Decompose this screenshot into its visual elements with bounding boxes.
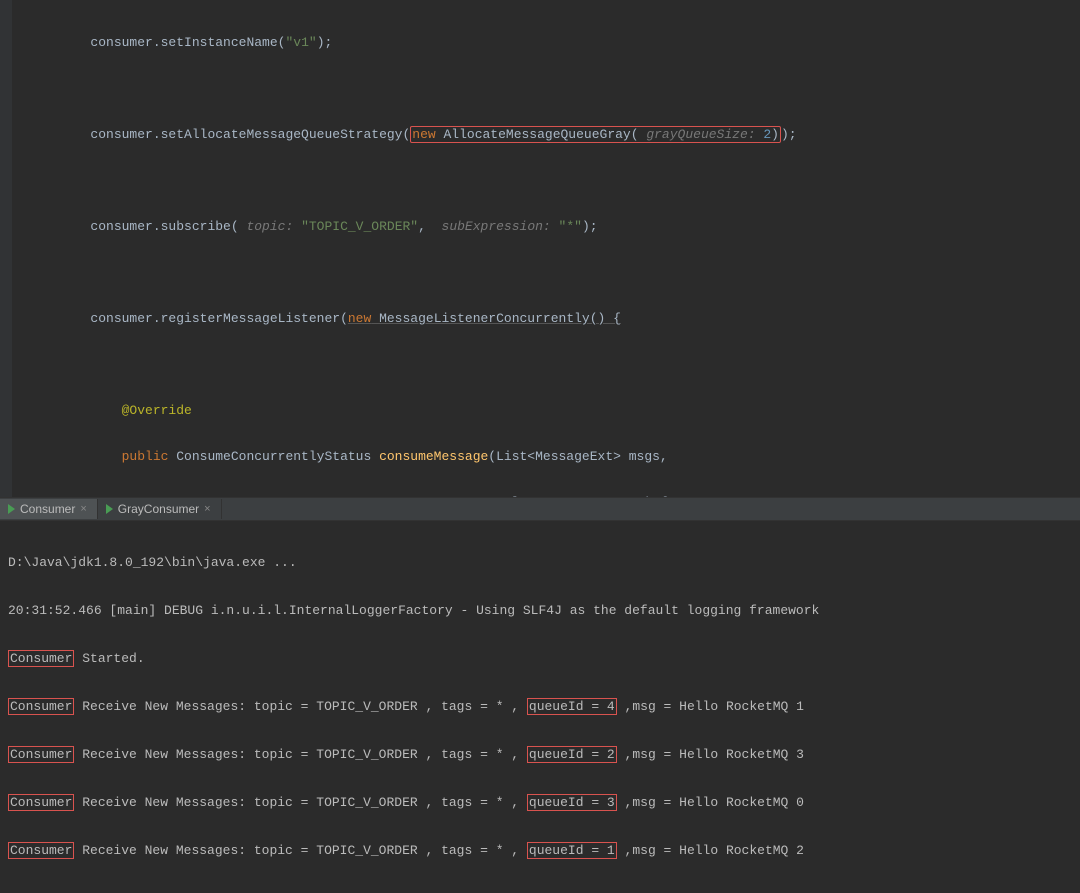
code-line [28, 77, 1080, 100]
console-line: Consumer Receive New Messages: topic = T… [8, 791, 1072, 815]
code-line [28, 261, 1080, 284]
tab-label: GrayConsumer [118, 502, 199, 516]
close-icon[interactable]: × [204, 503, 210, 515]
console-line: D:\Java\jdk1.8.0_192\bin\java.exe ... [8, 551, 1072, 575]
console-line: 20:31:52.466 [main] DEBUG i.n.u.i.l.Inte… [8, 599, 1072, 623]
tab-label: Consumer [20, 502, 75, 516]
console-line: Consumer Receive New Messages: topic = T… [8, 839, 1072, 863]
code-line [28, 169, 1080, 192]
close-icon[interactable]: × [80, 503, 86, 515]
tab-grayconsumer[interactable]: GrayConsumer × [98, 499, 222, 519]
code-line: consumer.setInstanceName("v1"); [28, 31, 1080, 54]
code-line: consumer.setAllocateMessageQueueStrategy… [28, 123, 1080, 146]
console-line: Consumer Receive New Messages: topic = T… [8, 743, 1072, 767]
run-icon [106, 504, 113, 514]
code-line: public ConsumeConcurrentlyStatus consume… [28, 445, 1080, 468]
console-line: Consumer Started. [8, 647, 1072, 671]
code-editor[interactable]: consumer.setInstanceName("v1"); consumer… [0, 0, 1080, 497]
code-line: consumer.registerMessageListener(new Mes… [28, 307, 1080, 330]
code-line [28, 353, 1080, 376]
run-icon [8, 504, 15, 514]
run-tab-bar: Consumer × GrayConsumer × [0, 497, 1080, 521]
code-line: @Override [28, 399, 1080, 422]
tab-consumer[interactable]: Consumer × [0, 499, 98, 519]
console-output[interactable]: D:\Java\jdk1.8.0_192\bin\java.exe ... 20… [0, 521, 1080, 893]
code-line: consumer.subscribe( topic: "TOPIC_V_ORDE… [28, 215, 1080, 238]
console-line: Consumer Receive New Messages: topic = T… [8, 695, 1072, 719]
